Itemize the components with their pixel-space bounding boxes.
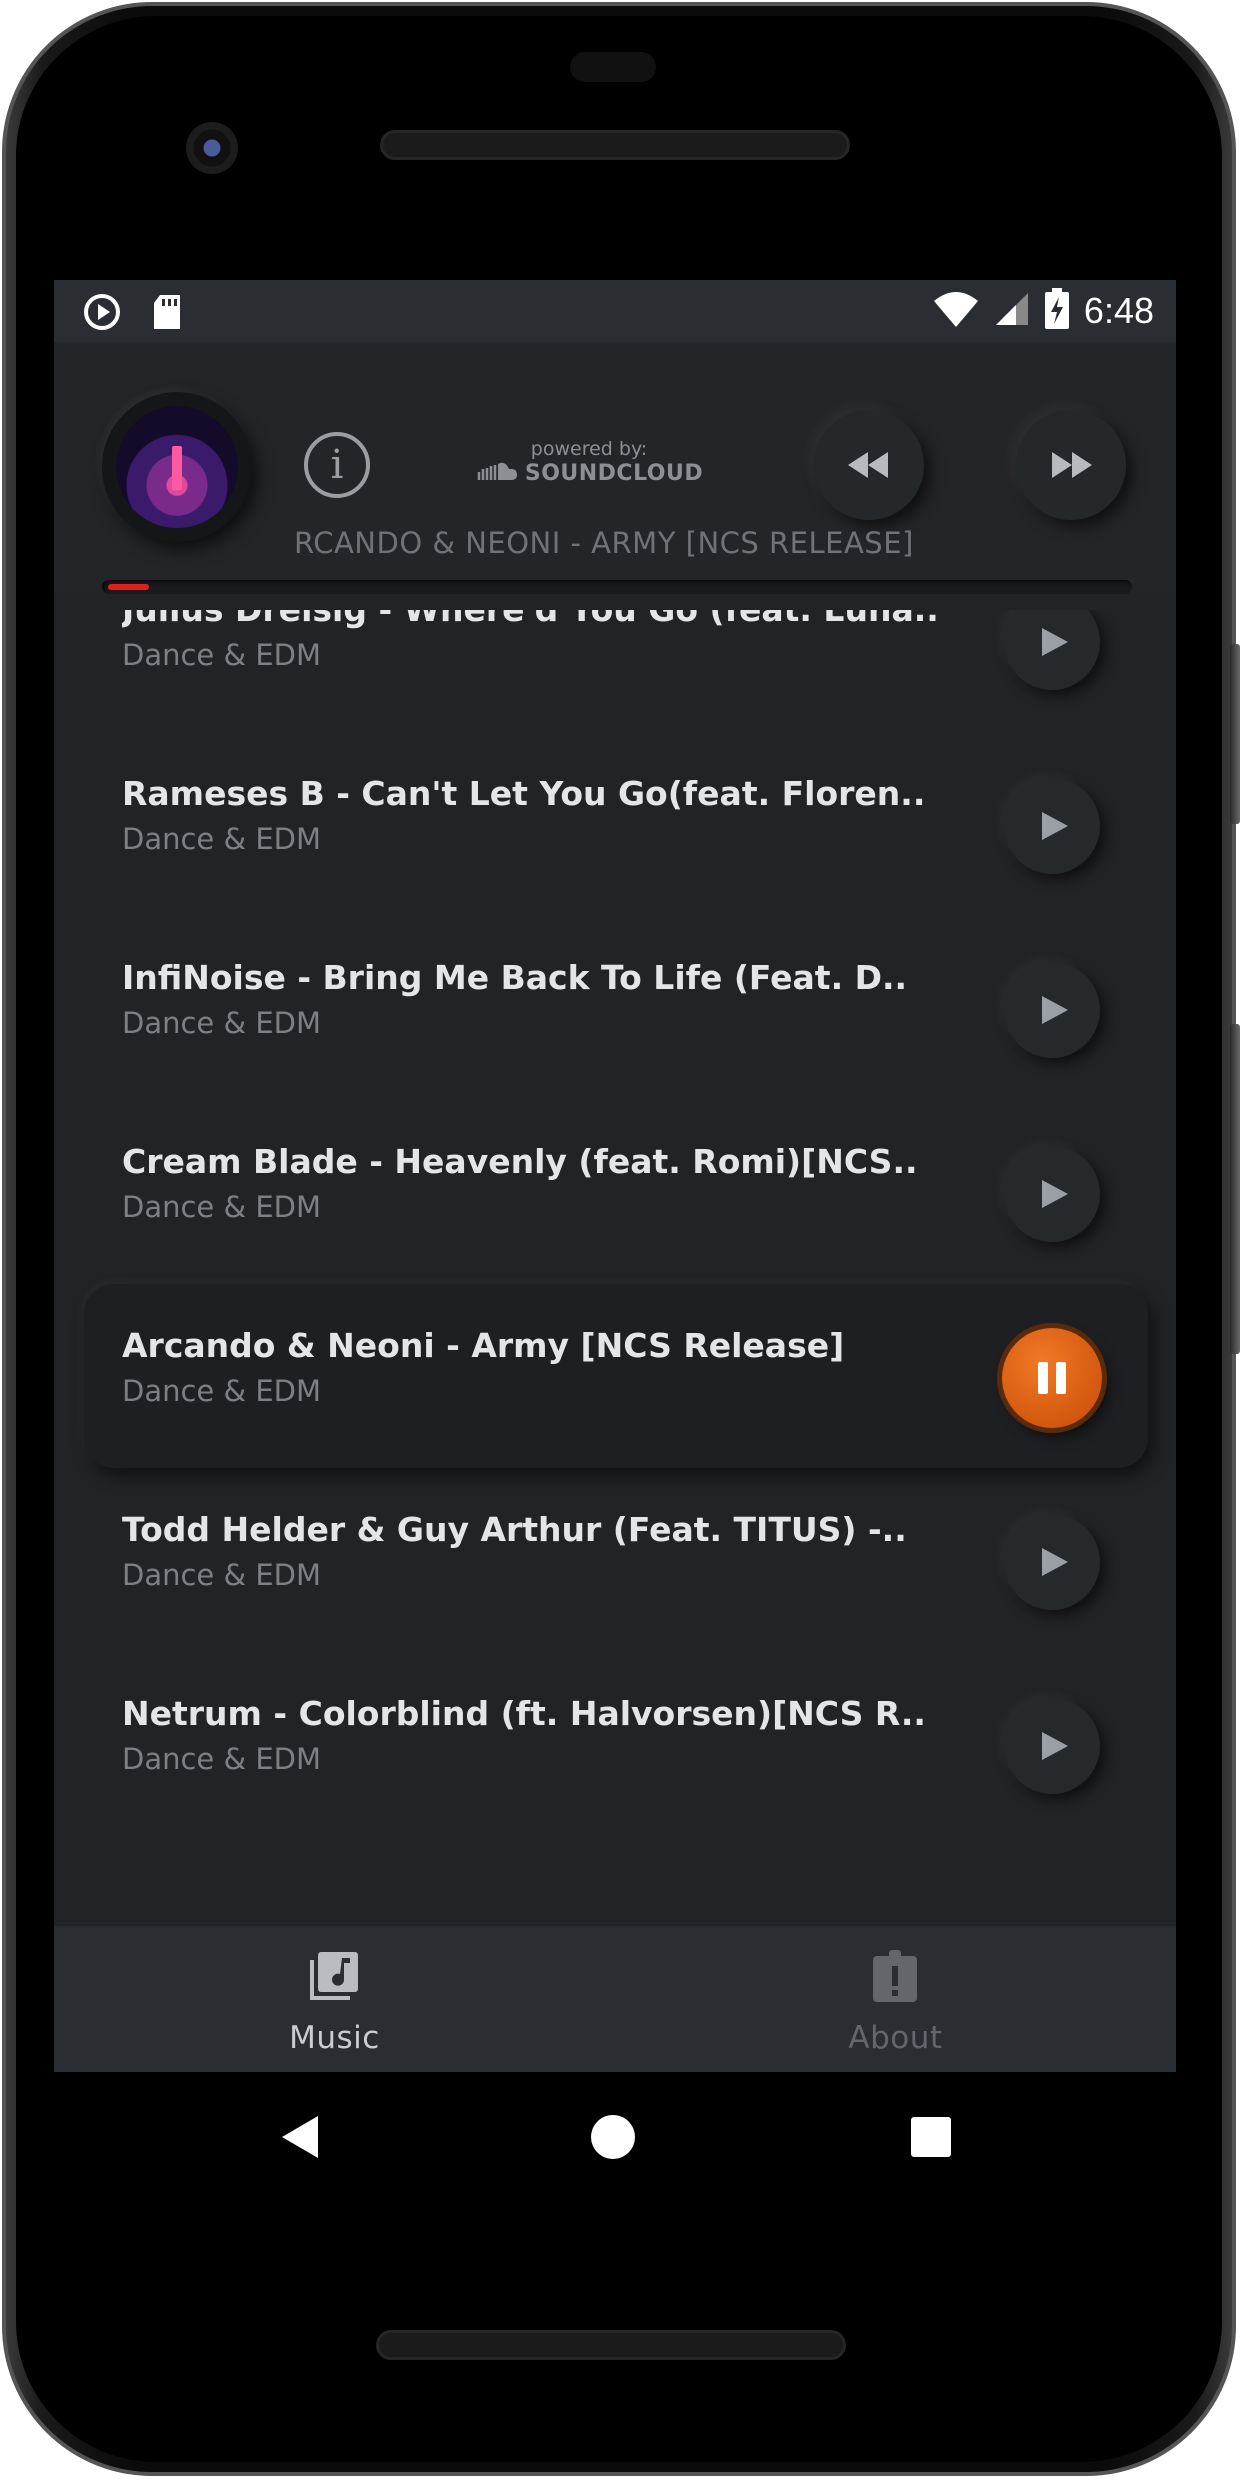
volume-rocker (1230, 1024, 1240, 1354)
proximity-sensor (570, 52, 656, 82)
album-cover-image (116, 406, 238, 528)
track-title: InfiNoise - Bring Me Back To Life (Feat.… (122, 958, 908, 997)
rewind-icon (848, 452, 888, 478)
track-title: Netrum - Colorblind (ft. Halvorsen)[NCS … (122, 1694, 926, 1733)
track-genre: Dance & EDM (122, 1374, 321, 1408)
status-bar: 6:48 (54, 280, 1176, 342)
list-item[interactable]: Cream Blade - Heavenly (feat. Romi)[NCS.… (54, 1104, 1176, 1288)
track-genre: Dance & EDM (122, 822, 321, 856)
sd-card-icon (150, 293, 184, 335)
list-item[interactable]: Julius Dreisig - Where'd You Go (feat. L… (54, 610, 1176, 736)
bottom-speaker (376, 2330, 846, 2360)
play-icon (1042, 996, 1068, 1024)
track-title: Arcando & Neoni - Army [NCS Release] (122, 1326, 845, 1365)
list-item[interactable]: Netrum - Colorblind (ft. Halvorsen)[NCS … (54, 1656, 1176, 1840)
earpiece-speaker (380, 130, 850, 160)
battery-charging-icon (1044, 288, 1070, 334)
track-genre: Dance & EDM (122, 1558, 321, 1592)
play-button[interactable] (1004, 1514, 1100, 1610)
rewind-button[interactable] (814, 410, 924, 520)
recents-icon[interactable] (910, 2116, 952, 2158)
track-title: Rameses B - Can't Let You Go(feat. Flore… (122, 774, 926, 813)
track-title: Todd Helder & Guy Arthur (Feat. TITUS) -… (122, 1510, 907, 1549)
album-art[interactable] (102, 392, 252, 542)
list-item-now-playing[interactable]: Arcando & Neoni - Army [NCS Release] Dan… (84, 1284, 1148, 1468)
list-item[interactable]: Todd Helder & Guy Arthur (Feat. TITUS) -… (54, 1472, 1176, 1656)
signal-icon (994, 291, 1030, 331)
fast-forward-icon (1052, 452, 1092, 478)
track-list[interactable]: Julius Dreisig - Where'd You Go (feat. L… (54, 610, 1176, 1902)
play-button[interactable] (1004, 778, 1100, 874)
back-icon[interactable] (278, 2112, 322, 2162)
play-button[interactable] (1004, 962, 1100, 1058)
play-icon (1042, 1548, 1068, 1576)
list-item[interactable]: InfiNoise - Bring Me Back To Life (Feat.… (54, 920, 1176, 1104)
play-circle-icon (82, 292, 122, 336)
soundcloud-icon (475, 460, 519, 487)
nav-item-music[interactable]: Music (54, 1926, 615, 2072)
now-playing-title: RCANDO & NEONI - ARMY [NCS RELEASE] (294, 526, 914, 560)
music-library-icon (310, 1952, 358, 2000)
status-time: 6:48 (1083, 290, 1154, 331)
nav-item-about[interactable]: About (615, 1926, 1176, 2072)
bottom-navigation: Music About (54, 1926, 1176, 2072)
home-icon[interactable] (590, 2114, 636, 2160)
wifi-icon (932, 289, 980, 333)
track-title: Cream Blade - Heavenly (feat. Romi)[NCS.… (122, 1142, 918, 1181)
progress-bar[interactable] (102, 580, 1132, 594)
track-genre: Dance & EDM (122, 1006, 321, 1040)
list-item[interactable]: Rameses B - Can't Let You Go(feat. Flore… (54, 736, 1176, 920)
pause-button[interactable] (1002, 1328, 1102, 1428)
play-icon (1042, 628, 1068, 656)
track-genre: Dance & EDM (122, 1742, 321, 1776)
progress-fill (108, 584, 149, 590)
nav-label-about: About (848, 2020, 943, 2056)
track-genre: Dance & EDM (122, 638, 321, 672)
power-button (1230, 644, 1240, 824)
powered-by-soundcloud[interactable]: powered by: SOUNDCLOUD (474, 438, 704, 487)
nav-label-music: Music (289, 2020, 380, 2056)
app-screen: 6:48 i powered by: SOUNDCLOUD RCANDO & N… (54, 280, 1176, 2072)
info-icon[interactable]: i (304, 432, 370, 498)
play-button[interactable] (1004, 1698, 1100, 1794)
soundcloud-label: SOUNDCLOUD (524, 460, 704, 486)
track-genre: Dance & EDM (122, 1190, 321, 1224)
front-camera-icon (186, 122, 238, 174)
system-navigation-bar (54, 2072, 1176, 2202)
powered-by-label: powered by: (530, 438, 648, 460)
track-title: Julius Dreisig - Where'd You Go (feat. L… (122, 610, 1002, 629)
play-button[interactable] (1004, 610, 1100, 690)
play-icon (1042, 812, 1068, 840)
play-button[interactable] (1004, 1146, 1100, 1242)
player-header: i powered by: SOUNDCLOUD RCANDO & NEONI … (54, 342, 1176, 592)
about-clipboard-icon (873, 1950, 917, 2002)
fast-forward-button[interactable] (1016, 410, 1126, 520)
play-icon (1042, 1180, 1068, 1208)
play-icon (1042, 1732, 1068, 1760)
